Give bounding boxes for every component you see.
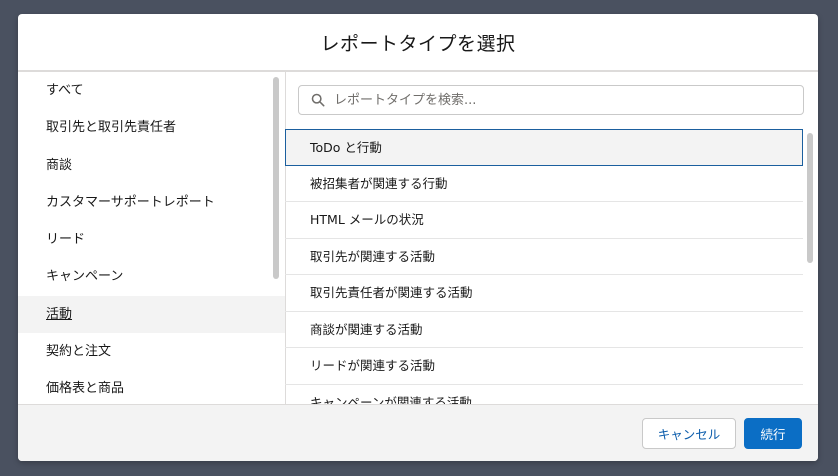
report-type-item-activities-contacts[interactable]: 取引先責任者が関連する活動 [285, 275, 803, 312]
modal-header: レポートタイプを選択 [18, 14, 818, 72]
search-icon [311, 93, 325, 107]
category-item-customer-support[interactable]: カスタマーサポートレポート [18, 184, 285, 221]
category-scrollbar[interactable] [273, 77, 279, 279]
category-item-accounts-contacts[interactable]: 取引先と取引先責任者 [18, 109, 285, 146]
report-type-item-activities-opportunities[interactable]: 商談が関連する活動 [285, 312, 803, 348]
modal-footer: キャンセル 続行 [18, 404, 818, 461]
category-list: すべて 取引先と取引先責任者 商談 カスタマーサポートレポート リード キャンペ… [18, 72, 286, 404]
report-type-scrollbar[interactable] [807, 133, 813, 263]
search-box [298, 85, 804, 115]
modal-body: すべて 取引先と取引先責任者 商談 カスタマーサポートレポート リード キャンペ… [18, 72, 818, 404]
search-input[interactable] [332, 91, 776, 109]
report-type-item-activities-leads[interactable]: リードが関連する活動 [285, 348, 803, 385]
report-type-item-events-invitees[interactable]: 被招集者が関連する行動 [285, 166, 803, 202]
category-item-campaigns[interactable]: キャンペーン [18, 258, 285, 295]
category-item-all[interactable]: すべて [18, 72, 285, 109]
category-item-opportunities[interactable]: 商談 [18, 147, 285, 184]
report-type-item-html-email-status[interactable]: HTML メールの状況 [285, 202, 803, 239]
report-type-modal: レポートタイプを選択 すべて 取引先と取引先責任者 商談 カスタマーサポートレポ… [18, 14, 818, 461]
report-type-list: ToDo と行動 被招集者が関連する行動 HTML メールの状況 取引先が関連す… [285, 129, 803, 404]
category-item-activities[interactable]: 活動 [18, 295, 285, 334]
cancel-button[interactable]: キャンセル [642, 418, 736, 449]
report-type-panel: ToDo と行動 被招集者が関連する行動 HTML メールの状況 取引先が関連す… [285, 72, 818, 404]
category-item-price-books-products[interactable]: 価格表と商品 [18, 370, 285, 404]
report-type-item-activities-campaigns[interactable]: キャンペーンが関連する活動 [285, 385, 803, 405]
modal-title: レポートタイプを選択 [320, 32, 516, 55]
category-item-contracts-orders[interactable]: 契約と注文 [18, 333, 285, 370]
continue-button[interactable]: 続行 [744, 418, 802, 449]
report-type-item-activities-accounts[interactable]: 取引先が関連する活動 [285, 239, 803, 275]
category-item-leads[interactable]: リード [18, 221, 285, 258]
report-type-item-tasks-events[interactable]: ToDo と行動 [285, 129, 803, 166]
